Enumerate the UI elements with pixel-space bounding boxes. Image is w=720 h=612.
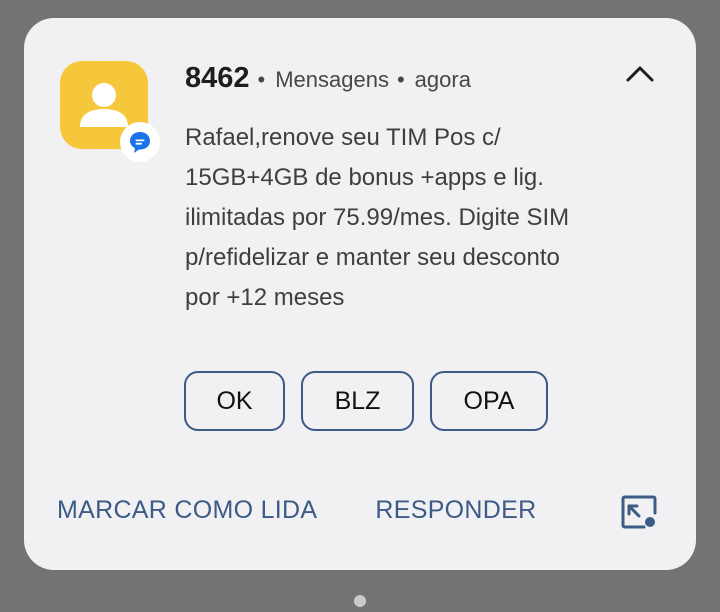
message-line: 15GB+4GB de bonus +apps e lig. (185, 164, 544, 191)
quick-reply-blz[interactable]: BLZ (301, 371, 414, 431)
notification-header: 8462 • Mensagens • agora (185, 62, 471, 95)
messages-bubble-icon (130, 132, 150, 153)
message-line: Rafael,renove seu TIM Pos c/ (185, 124, 501, 151)
quick-reply-ok[interactable]: OK (184, 371, 285, 431)
page-indicator-dot (354, 595, 366, 607)
message-line: por +12 meses (185, 284, 345, 311)
mark-as-read-button[interactable]: MARCAR COMO LIDA (57, 496, 317, 525)
message-line: ilimitadas por 75.99/mes. Digite SIM (185, 204, 570, 231)
separator-dot: • (257, 67, 266, 92)
sender-name: 8462 (185, 62, 250, 94)
open-as-bubble-icon (621, 495, 657, 529)
message-line: p/refidelizar e manter seu desconto (185, 244, 560, 271)
separator-dot: • (396, 67, 405, 92)
app-name: Mensagens (275, 67, 389, 92)
notification-card[interactable]: 8462 • Mensagens • agora Rafael,renove s… (24, 18, 696, 570)
timestamp: agora (414, 67, 471, 92)
reply-button[interactable]: RESPONDER (375, 496, 536, 525)
quick-reply-opa[interactable]: OPA (430, 371, 548, 431)
open-as-bubble-button[interactable] (618, 491, 660, 533)
notification-actions: MARCAR COMO LIDA RESPONDER (57, 496, 536, 525)
app-badge (120, 122, 160, 162)
collapse-button[interactable] (620, 54, 660, 94)
message-body: Rafael,renove seu TIM Pos c/ 15GB+4GB de… (185, 118, 655, 318)
chevron-up-icon (626, 66, 654, 82)
quick-replies: OK BLZ OPA (184, 371, 548, 431)
